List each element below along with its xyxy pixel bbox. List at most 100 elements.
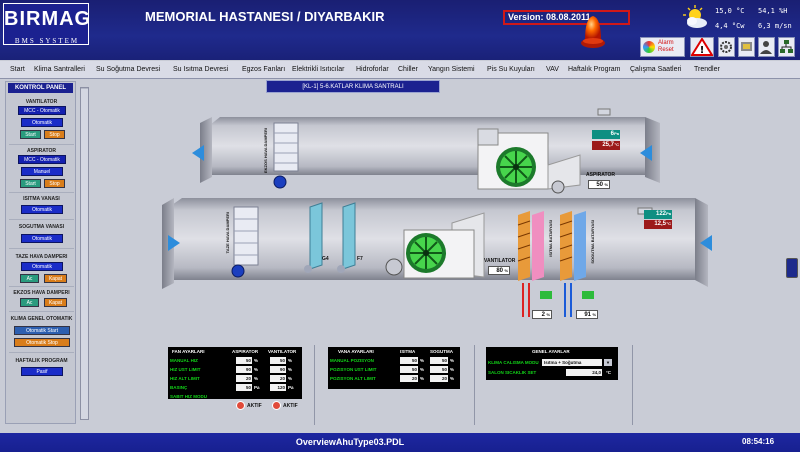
- menu-vav[interactable]: VAV: [546, 66, 559, 73]
- vantilator-title: VANTILATOR: [25, 99, 58, 105]
- settings-button[interactable]: [718, 37, 735, 57]
- unit: %: [254, 376, 259, 381]
- egzos-damper-kapat-button[interactable]: Kapat: [44, 298, 67, 307]
- menu-chiller[interactable]: Chiller: [398, 66, 418, 73]
- outside-humidity: 54,1 %H: [758, 7, 788, 15]
- egzos-damper-ac-button[interactable]: Ac: [20, 298, 39, 307]
- header: BIRMAG BMS SYSTEM MEMORIAL HASTANESI / D…: [0, 0, 800, 60]
- tools-button[interactable]: [738, 37, 755, 57]
- unit: Pa: [254, 385, 260, 390]
- filter-g4-label: G4: [322, 256, 329, 262]
- user-button[interactable]: [758, 37, 775, 57]
- divider: [9, 192, 74, 193]
- unit: %: [450, 367, 455, 372]
- valve-cooling-lower[interactable]: 20: [430, 375, 448, 382]
- divider: [314, 345, 315, 425]
- fan-aspirator-upper[interactable]: 90: [236, 366, 252, 373]
- aspirator-start-button[interactable]: Start: [20, 179, 41, 188]
- menu-elektrikli-isiticilar[interactable]: Elektrikli Isıtıcılar: [292, 66, 345, 73]
- valve-row-label: MANUAL POZISYON: [330, 358, 374, 363]
- menu-start[interactable]: Start: [10, 66, 25, 73]
- ahu-title: [KL-1] 5-6.KATLAR KLIMA SANTRALI: [266, 80, 440, 93]
- aktif-label: AKTIF: [247, 403, 262, 409]
- scrollbar-thumb[interactable]: [81, 89, 88, 419]
- vantilator-speed-value: 80%: [488, 266, 510, 275]
- fan-vantilator-manual[interactable]: 50: [270, 357, 286, 364]
- fan-aspirator-pressure[interactable]: 50: [236, 384, 252, 391]
- alarm-reset-button[interactable]: Alarm Reset: [640, 37, 685, 57]
- unit: Pa: [288, 385, 294, 390]
- heating-coil-label: ISITMA BATARYASI: [548, 220, 553, 257]
- menu-calisma-saatleri[interactable]: Çalışma Saatleri: [630, 66, 681, 73]
- divider: [9, 286, 74, 287]
- menu-su-sogutma[interactable]: Su Soğutma Devresi: [96, 66, 160, 73]
- alarm-lamp-icon[interactable]: [579, 10, 607, 50]
- unit: Pa: [614, 131, 619, 136]
- taze-damper-kapat-button[interactable]: Kapat: [44, 274, 67, 283]
- menu-yangin-sistemi[interactable]: Yangın Sistemi: [428, 66, 475, 73]
- vantilator-sabit-toggle-icon[interactable]: [272, 401, 281, 410]
- exhaust-damper-label: EKZOS HAVA DAMPERI: [263, 128, 268, 174]
- status-bar: OverviewAhuType03.PDL 08:54:16: [0, 433, 800, 452]
- setpoint-input[interactable]: 24,0: [566, 369, 602, 376]
- control-panel: KONTROL PANEL VANTILATOR MCC - Otomatik …: [5, 81, 76, 424]
- klima-genel-otomatik-title: KLIMA GENEL OTOMATIK: [10, 316, 73, 322]
- divider: [474, 345, 475, 425]
- fan-aspirator-lower[interactable]: 20: [236, 375, 252, 382]
- chevron-down-icon[interactable]: ▾: [604, 359, 612, 366]
- menu-haftalik-program[interactable]: Haftalık Program: [568, 66, 621, 73]
- valve-heating-manual[interactable]: 50: [400, 357, 418, 364]
- heating-valve: 2: [541, 312, 545, 318]
- unit: %: [450, 358, 455, 363]
- aspirator-sabit-toggle-icon[interactable]: [236, 401, 245, 410]
- fan-vantilator-upper[interactable]: 90: [270, 366, 286, 373]
- valve-heating-upper[interactable]: 50: [400, 366, 418, 373]
- fan-aspirator-manual[interactable]: 50: [236, 357, 252, 364]
- sun-cloud-icon: [683, 5, 707, 28]
- menu-pis-su-kuyulari[interactable]: Pis Su Kuyuları: [487, 66, 535, 73]
- aspirator-stop-button[interactable]: Stop: [44, 179, 65, 188]
- valve-cooling-manual[interactable]: 50: [430, 357, 448, 364]
- upper-pressure-value: 6 Pa: [592, 130, 620, 139]
- valve-heating-lower[interactable]: 20: [400, 375, 418, 382]
- warning-button[interactable]: !: [690, 37, 714, 57]
- unit: Pa: [666, 211, 671, 216]
- fan-vantilator-pressure[interactable]: 120: [270, 384, 286, 391]
- scrollbar[interactable]: [80, 87, 89, 420]
- side-panel-icon[interactable]: [786, 258, 798, 278]
- vantilator-stop-button[interactable]: Stop: [44, 130, 65, 139]
- taze-damper-ac-button[interactable]: Ac: [20, 274, 39, 283]
- menu-trendler[interactable]: Trendler: [694, 66, 720, 73]
- network-icon: [780, 40, 793, 53]
- lower-temp: 12,5: [654, 221, 666, 227]
- unit: %: [288, 367, 293, 372]
- fresh-damper-label: TAZE HAVA DAMPERI: [225, 212, 230, 254]
- aspirator-mode: MCC - Otomatik: [18, 155, 66, 164]
- unit: %: [420, 367, 425, 372]
- unit: %: [288, 358, 293, 363]
- unit: °C: [606, 370, 612, 375]
- menu-hidroforlar[interactable]: Hidroforlar: [356, 66, 389, 73]
- menu-klima-santralleri[interactable]: Klima Santralleri: [34, 66, 85, 73]
- otomatik-start-button[interactable]: Otomatik Start: [14, 326, 70, 335]
- fan-vantilator-lower[interactable]: 20: [270, 375, 286, 382]
- wind-speed: 6,3 m/sn: [758, 22, 792, 30]
- haftalik-program-title: HAFTALIK PROGRAM: [15, 358, 68, 364]
- valve-cooling-upper[interactable]: 50: [430, 366, 448, 373]
- vantilator-start-button[interactable]: Start: [20, 130, 41, 139]
- tools-icon: [741, 42, 752, 51]
- version-label: Version: 08.08.2011: [503, 10, 630, 25]
- unit: %: [604, 182, 608, 187]
- divider: [9, 219, 74, 220]
- general-table-header: GENEL AYARLAR: [532, 349, 570, 354]
- mode-select[interactable]: Isıtma + Soğutma: [542, 359, 602, 366]
- setpoint-label: SALON SICAKLIK SET: [488, 370, 537, 375]
- aspirator-speed-value: 50%: [588, 180, 610, 189]
- egzos-hava-damperi-title: EKZOS HAVA DAMPERI: [13, 290, 70, 296]
- otomatik-stop-button[interactable]: Otomatik Stop: [14, 338, 70, 347]
- network-button[interactable]: [778, 37, 795, 57]
- fan-table-col-vantilator: VANTILATOR: [268, 349, 297, 354]
- menu-su-isitma[interactable]: Su Isıtma Devresi: [173, 66, 228, 73]
- logo-text: BIRMAG: [4, 8, 92, 30]
- menu-egzos-fanlari[interactable]: Egzos Fanları: [242, 66, 285, 73]
